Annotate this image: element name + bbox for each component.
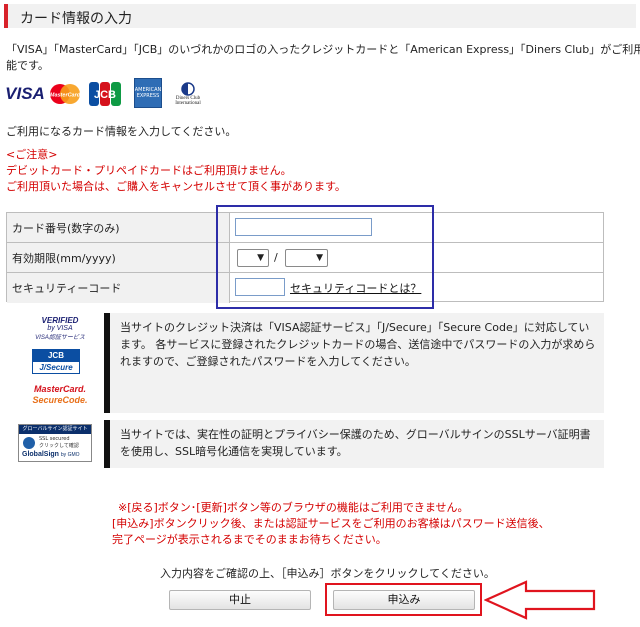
3d-secure-info-box: 当サイトのクレジット決済は「VISA認証サービス」「J/Secure」「Secu… bbox=[104, 313, 604, 413]
arrow-left-icon bbox=[484, 580, 596, 620]
globalsign-seal[interactable]: グローバルサイン認証サイト SSL secured クリックして確認 Globa… bbox=[18, 424, 92, 462]
gs-ssl: SSL secured bbox=[39, 436, 70, 442]
mastercard-logo-text: MasterCard bbox=[50, 93, 81, 99]
verified-line-2: by VISA bbox=[47, 325, 73, 332]
gs-name: GlobalSign bbox=[22, 451, 59, 458]
section-header: カード情報の入力 bbox=[4, 4, 636, 28]
3d-secure-info-text: 当サイトのクレジット決済は「VISA認証サービス」「J/Secure」「Secu… bbox=[120, 321, 596, 368]
gs-header: グローバルサイン認証サイト bbox=[19, 425, 91, 434]
caution-title: <ご注意> bbox=[6, 148, 58, 161]
amex-logo: AMERICAN EXPRESS bbox=[134, 78, 162, 108]
amex-line-2: EXPRESS bbox=[136, 93, 160, 99]
mc-secure-line-2: SecureCode. bbox=[32, 395, 88, 405]
lock-icon bbox=[23, 437, 35, 449]
diners-logo: Diners Club International bbox=[170, 80, 206, 108]
mastercard-securecode-logo: MasterCard. SecureCode. bbox=[20, 384, 100, 406]
jcb-secure-bottom: J/Secure bbox=[39, 363, 73, 372]
expiry-label: 有効期限(mm/yyyy) bbox=[7, 243, 230, 272]
caution-line-2: ご利用頂いた場合は、ご購入をキャンセルさせて頂く事があります。 bbox=[6, 180, 346, 193]
ssl-info-text: 当サイトでは、実在性の証明とプライバシー保護のため、グローバルサインのSSLサー… bbox=[120, 428, 591, 458]
mc-secure-line-1: MasterCard. bbox=[33, 384, 87, 394]
gs-click: クリックして確認 bbox=[39, 443, 79, 449]
cancel-button[interactable]: 中止 bbox=[169, 590, 311, 610]
page-title: カード情報の入力 bbox=[20, 11, 132, 27]
jcb-logo-text: JCB bbox=[94, 89, 116, 101]
intro-line-1: 「VISA」「MasterCard」「JCB」のいづれかのロゴの入ったクレジット… bbox=[6, 43, 640, 56]
input-highlight-box bbox=[216, 205, 434, 309]
ssl-info-box: 当サイトでは、実在性の証明とプライバシー保護のため、グローバルサインのSSLサー… bbox=[104, 420, 604, 468]
card-number-label: カード番号(数字のみ) bbox=[7, 213, 230, 242]
jcb-secure-top: JCB bbox=[33, 350, 79, 362]
caution-line-1: デビットカード・プリペイドカードはご利用頂けません。 bbox=[6, 164, 292, 177]
diners-line-2: International bbox=[175, 101, 201, 106]
visa-logo: VISA bbox=[5, 84, 45, 103]
verified-line-1: VERIFIED bbox=[41, 316, 79, 325]
jcb-logo: JCB bbox=[88, 80, 122, 108]
gs-by: by GMO bbox=[60, 452, 80, 458]
mastercard-logo: MasterCard bbox=[48, 80, 82, 108]
confirm-text: 入力内容をご確認の上、［申込み］ボタンをクリックしてください。 bbox=[160, 567, 495, 580]
note-line-2: [申込み]ボタンクリック後、または認証サービスをご利用のお客様はパスワード送信後… bbox=[112, 517, 550, 530]
security-code-label: セキュリティーコード bbox=[7, 273, 230, 303]
note-line-1: ※[戻る]ボタン･[更新]ボタン等のブラウザの機能はご利用できません。 bbox=[118, 501, 469, 514]
verified-by-visa-logo: VERIFIED by VISA VISA認証サービス bbox=[22, 316, 98, 341]
submit-highlight-box bbox=[325, 583, 482, 616]
note-line-3: 完了ページが表示されるまでそのままお待ちください。 bbox=[112, 533, 387, 546]
verified-line-3: VISA認証サービス bbox=[35, 335, 85, 341]
jcb-secure-logo: JCB J/Secure bbox=[32, 349, 80, 374]
intro-line-2: 能です。 bbox=[6, 59, 49, 72]
instruction-text: ご利用になるカード情報を入力してください。 bbox=[6, 125, 237, 138]
